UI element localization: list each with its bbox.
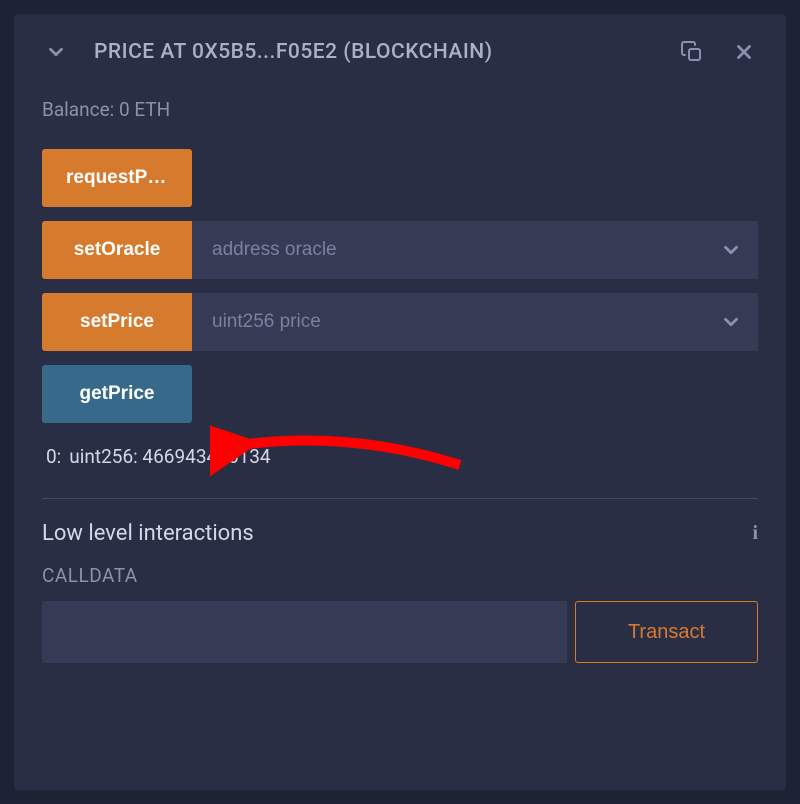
chevron-down-icon[interactable] <box>720 311 742 333</box>
calldata-input[interactable] <box>42 601 567 663</box>
request-price-button[interactable]: requestPri... <box>42 149 192 207</box>
result-index: 0: <box>46 445 61 468</box>
request-price-row: requestPri... <box>42 149 758 207</box>
set-price-button[interactable]: setPrice <box>42 293 192 351</box>
chevron-down-icon[interactable] <box>42 38 70 66</box>
transact-button[interactable]: Transact <box>575 601 758 663</box>
calldata-label: CALLDATA <box>42 564 758 587</box>
get-price-row: getPrice <box>42 365 758 423</box>
balance-label: Balance: 0 ETH <box>42 98 758 121</box>
set-oracle-button[interactable]: setOracle <box>42 221 192 279</box>
copy-icon[interactable] <box>678 38 706 66</box>
transact-row: Transact <box>42 601 758 663</box>
set-price-input[interactable] <box>192 293 758 351</box>
contract-panel: PRICE AT 0X5B5...F05E2 (BLOCKCHAIN) Bala… <box>14 14 786 790</box>
divider <box>42 498 758 499</box>
result-row: 0: uint256: 466943456134 <box>46 445 758 468</box>
chevron-down-icon[interactable] <box>720 239 742 261</box>
result-value: uint256: 466943456134 <box>69 445 270 468</box>
low-level-header: Low level interactions i <box>42 521 758 546</box>
low-level-title: Low level interactions <box>42 521 254 546</box>
panel-header: PRICE AT 0X5B5...F05E2 (BLOCKCHAIN) <box>42 38 758 66</box>
set-oracle-input[interactable] <box>192 221 758 279</box>
close-icon[interactable] <box>730 38 758 66</box>
panel-title: PRICE AT 0X5B5...F05E2 (BLOCKCHAIN) <box>94 40 654 64</box>
get-price-button[interactable]: getPrice <box>42 365 192 423</box>
info-icon[interactable]: i <box>752 522 758 545</box>
set-price-row: setPrice <box>42 293 758 351</box>
set-oracle-row: setOracle <box>42 221 758 279</box>
